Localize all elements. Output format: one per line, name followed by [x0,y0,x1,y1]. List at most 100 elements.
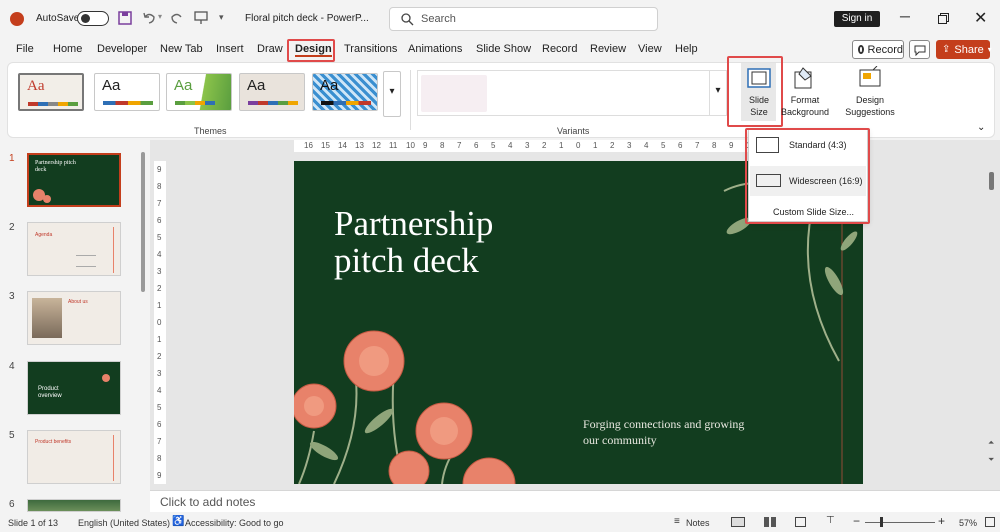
theme-office[interactable]: Aa [18,73,84,111]
slide-sorter-icon[interactable] [764,517,776,527]
sign-in-button[interactable]: Sign in [834,11,880,27]
more-dropdown-icon: ▾ [715,85,721,96]
ruler-tick-label: 7 [157,199,162,208]
tab-view[interactable]: View [638,43,662,55]
slideshow-icon[interactable]: ⊤ [826,515,835,526]
share-button[interactable]: ⇪ Share ▾ [936,40,992,59]
themes-more-button[interactable]: ▾ [383,71,401,117]
ruler-tick-label: 4 [157,250,162,259]
zoom-in-icon[interactable]: + [938,514,945,528]
ruler-tick-label: 5 [491,141,496,150]
theme-3[interactable]: Aa [166,73,232,111]
zoom-slider-thumb[interactable] [880,517,883,527]
autosave-label: AutoSave [36,13,80,24]
reading-view-icon[interactable] [795,517,806,527]
design-suggestions-button[interactable]: Design Suggestions [840,63,900,121]
tab-slide-show[interactable]: Slide Show [476,43,531,55]
tab-draw[interactable]: Draw [257,43,283,55]
slide-thumbnail-2[interactable]: Agenda [27,222,121,276]
slide-number: 6 [9,499,15,510]
tab-home[interactable]: Home [53,43,82,55]
minimize-icon[interactable]: ─ [900,8,910,24]
thumbnail-scrollbar[interactable] [141,152,145,292]
share-label: Share [954,43,984,56]
title-bar: AutoSave ▾ ▾ Floral pitch deck - PowerP.… [0,0,1000,38]
customize-toolbar-icon[interactable]: ▾ [219,12,224,23]
tab-record[interactable]: Record [542,43,577,55]
theme-5[interactable]: Aa [312,73,378,111]
slide-thumbnail-6[interactable] [27,499,121,512]
theme-2[interactable]: Aa [94,73,160,111]
zoom-out-icon[interactable]: − [853,514,860,528]
search-box[interactable]: Search [389,7,658,31]
slide-number: 2 [9,222,15,233]
variants-gallery[interactable] [417,70,727,116]
zoom-slider[interactable] [865,522,935,523]
previous-slide-icon[interactable]: ⏶ [988,438,994,448]
search-placeholder: Search [421,13,456,25]
ruler-tick-label: 1 [157,301,162,310]
present-icon[interactable] [194,11,208,25]
status-bar: Slide 1 of 13 English (United States) ♿ … [0,512,1000,532]
ruler-tick-label: 5 [157,403,162,412]
next-slide-icon[interactable]: ⏷ [988,455,994,465]
record-icon [858,45,864,54]
record-label: Record [867,43,903,56]
ruler-tick-label: 8 [440,141,445,150]
ribbon-tabs: File Home Developer New Tab Insert Draw … [0,38,1000,62]
undo-dropdown-icon[interactable]: ▾ [158,12,162,21]
accessibility-status[interactable]: Accessibility: Good to go [185,518,284,528]
tab-review[interactable]: Review [590,43,626,55]
ruler-tick-label: 0 [576,141,581,150]
ruler-tick-label: 7 [157,437,162,446]
format-background-icon [794,67,812,89]
group-divider [410,70,411,130]
record-button[interactable]: Record [852,40,904,59]
zoom-level[interactable]: 57% [959,518,977,528]
close-icon[interactable]: ✕ [974,8,987,28]
slide-thumbnail-4[interactable]: Product overview [27,361,121,415]
variants-more-button[interactable]: ▾ [709,71,726,115]
notes-button[interactable]: Notes [686,518,710,528]
tab-insert[interactable]: Insert [216,43,244,55]
ruler-tick-label: 3 [627,141,632,150]
slide-count: Slide 1 of 13 [8,518,59,528]
tab-help[interactable]: Help [675,43,698,55]
share-dropdown-icon: ▾ [987,45,992,54]
powerpoint-logo-icon [10,12,24,26]
redo-icon[interactable] [170,11,184,25]
variant-1[interactable] [421,75,487,112]
canvas-scrollbar-thumb[interactable] [989,172,994,190]
ruler-tick-label: 8 [157,454,162,463]
autosave-toggle[interactable] [77,11,109,26]
ruler-tick-label: 9 [157,471,162,480]
comments-button[interactable] [909,40,930,59]
format-background-button[interactable]: Format Background [781,63,829,121]
tab-transitions[interactable]: Transitions [344,43,397,55]
tab-new-tab[interactable]: New Tab [160,43,203,55]
ruler-tick-label: 1 [559,141,564,150]
slide-thumbnail-1[interactable]: Partnership pitch deck [27,153,121,207]
ruler-tick-label: 3 [157,369,162,378]
ruler-tick-label: 4 [508,141,513,150]
tab-animations[interactable]: Animations [408,43,462,55]
ruler-tick-label: 7 [695,141,700,150]
tab-developer[interactable]: Developer [97,43,147,55]
ruler-tick-label: 11 [389,141,398,150]
notes-pane[interactable]: Click to add notes [150,490,1000,512]
ruler-tick-label: 6 [474,141,479,150]
language-status[interactable]: English (United States) [78,518,170,528]
slide-thumbnail-5[interactable]: Product benefits [27,430,121,484]
theme-4[interactable]: Aa [239,73,305,111]
restore-icon[interactable] [938,13,949,24]
tab-file[interactable]: File [16,43,34,55]
undo-icon[interactable] [142,11,156,25]
slide-thumbnail-3[interactable]: About us [27,291,121,345]
normal-view-icon[interactable] [731,517,745,527]
fit-slide-icon[interactable] [985,517,995,527]
accessibility-icon: ♿ [172,516,185,527]
slide-number: 1 [9,153,15,164]
save-icon[interactable] [118,11,132,25]
collapse-ribbon-icon[interactable]: ⌄ [977,122,985,133]
ruler-tick-label: 9 [423,141,428,150]
